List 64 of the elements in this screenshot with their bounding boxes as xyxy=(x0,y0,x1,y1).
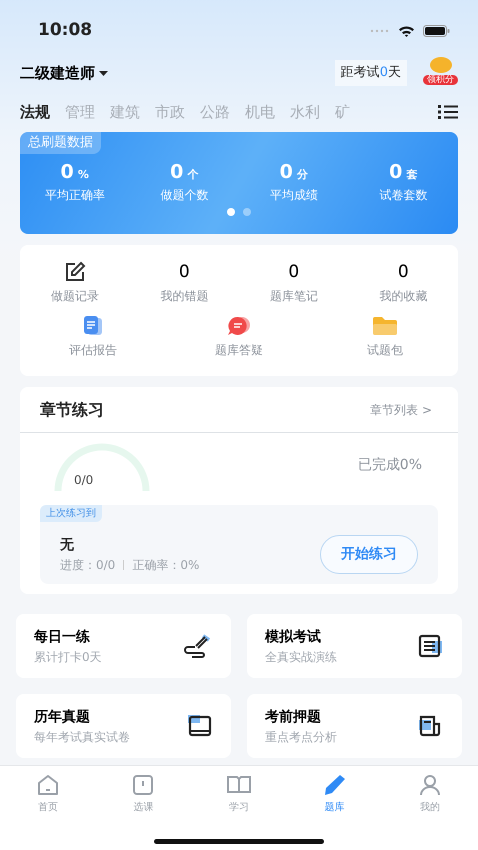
menu-icon[interactable] xyxy=(438,104,458,120)
section-title: 章节练习 xyxy=(40,398,104,420)
subject-tab[interactable]: 公路 xyxy=(200,100,230,124)
exam-selector[interactable]: 二级建造师 xyxy=(20,62,108,84)
feature-card[interactable]: 模拟考试 全真实战演练 xyxy=(247,614,462,678)
feature-card[interactable]: 考前押题 重点考点分析 xyxy=(247,694,462,758)
completion-text: 已完成0% xyxy=(358,456,422,475)
signal-icon xyxy=(370,29,390,33)
subject-tab[interactable]: 矿 xyxy=(335,100,350,124)
exam-countdown: 距考试0天 xyxy=(334,60,407,86)
battery-icon xyxy=(423,25,450,37)
accuracy-text: 正确率：0% xyxy=(132,557,200,574)
wifi-icon xyxy=(398,24,415,38)
stat-label: 平均成绩 xyxy=(270,188,318,202)
gauge-reading: 0/0 xyxy=(74,472,94,489)
shortcut-item[interactable]: 试题包 xyxy=(367,314,403,358)
page-dot[interactable] xyxy=(243,208,251,216)
chapter-list-link[interactable]: 章节列表 > xyxy=(364,400,438,420)
subject-tab[interactable]: 机电 xyxy=(245,100,275,124)
nav-tab[interactable]: 学习 xyxy=(208,774,269,815)
book-icon xyxy=(187,714,213,738)
pencil-icon xyxy=(322,774,347,796)
pen-scribble-icon xyxy=(183,634,213,658)
shortcut-item[interactable]: 做题记录 xyxy=(50,261,99,305)
subject-tab[interactable]: 管理 xyxy=(65,100,95,124)
stat-value: 0 分 xyxy=(280,160,308,184)
shortcut-item[interactable]: 0 我的错题 xyxy=(160,261,208,305)
shortcut-item[interactable]: 0 我的收藏 xyxy=(379,261,428,305)
count-value: 0 xyxy=(398,262,409,282)
stat-value: 0 套 xyxy=(389,160,418,184)
shortcut-item[interactable]: 评估报告 xyxy=(69,314,117,358)
start-practice-button[interactable]: 开始练习 xyxy=(320,535,418,574)
stat-value: 0 % xyxy=(60,160,89,184)
nav-tab[interactable]: 首页 xyxy=(18,774,78,815)
last-chapter-name: 无 xyxy=(60,536,75,555)
stats-tag: 总刷题数据 xyxy=(20,132,101,154)
last-practice-tag: 上次练习到 xyxy=(40,505,102,522)
status-time: 10:08 xyxy=(38,19,92,42)
feature-card[interactable]: 每日一练 累计打卡0天 xyxy=(16,614,231,678)
edit-icon xyxy=(64,261,86,284)
count-value: 0 xyxy=(178,262,190,282)
nav-tab[interactable]: 题库 xyxy=(304,774,365,815)
page-dot[interactable] xyxy=(227,208,235,216)
stat-label: 试卷套数 xyxy=(379,188,428,202)
subject-tab[interactable]: 水利 xyxy=(290,100,320,124)
subject-tab[interactable]: 建筑 xyxy=(110,100,140,124)
progress-text: 进度：0/0 xyxy=(60,557,116,574)
stat-value: 0 个 xyxy=(170,160,198,184)
course-icon xyxy=(132,774,154,796)
subject-tab[interactable]: 市政 xyxy=(155,100,185,124)
nav-tab[interactable]: 选课 xyxy=(113,774,174,815)
nav-tab[interactable]: 我的 xyxy=(400,774,460,815)
home-icon xyxy=(36,774,60,796)
shortcut-item[interactable]: 0 题库笔记 xyxy=(270,261,318,305)
points-button[interactable]: 领积分 xyxy=(423,57,458,89)
feature-card[interactable]: 历年真题 每年考试真实试卷 xyxy=(16,694,231,758)
stat-label: 做题个数 xyxy=(160,188,208,202)
open-book-icon xyxy=(226,774,252,796)
stat-label: 平均正确率 xyxy=(44,188,105,202)
document-icon xyxy=(418,634,444,658)
person-icon xyxy=(419,774,442,796)
count-value: 0 xyxy=(288,262,300,282)
caret-icon xyxy=(99,70,108,76)
shortcut-item[interactable]: 题库答疑 xyxy=(215,314,263,358)
